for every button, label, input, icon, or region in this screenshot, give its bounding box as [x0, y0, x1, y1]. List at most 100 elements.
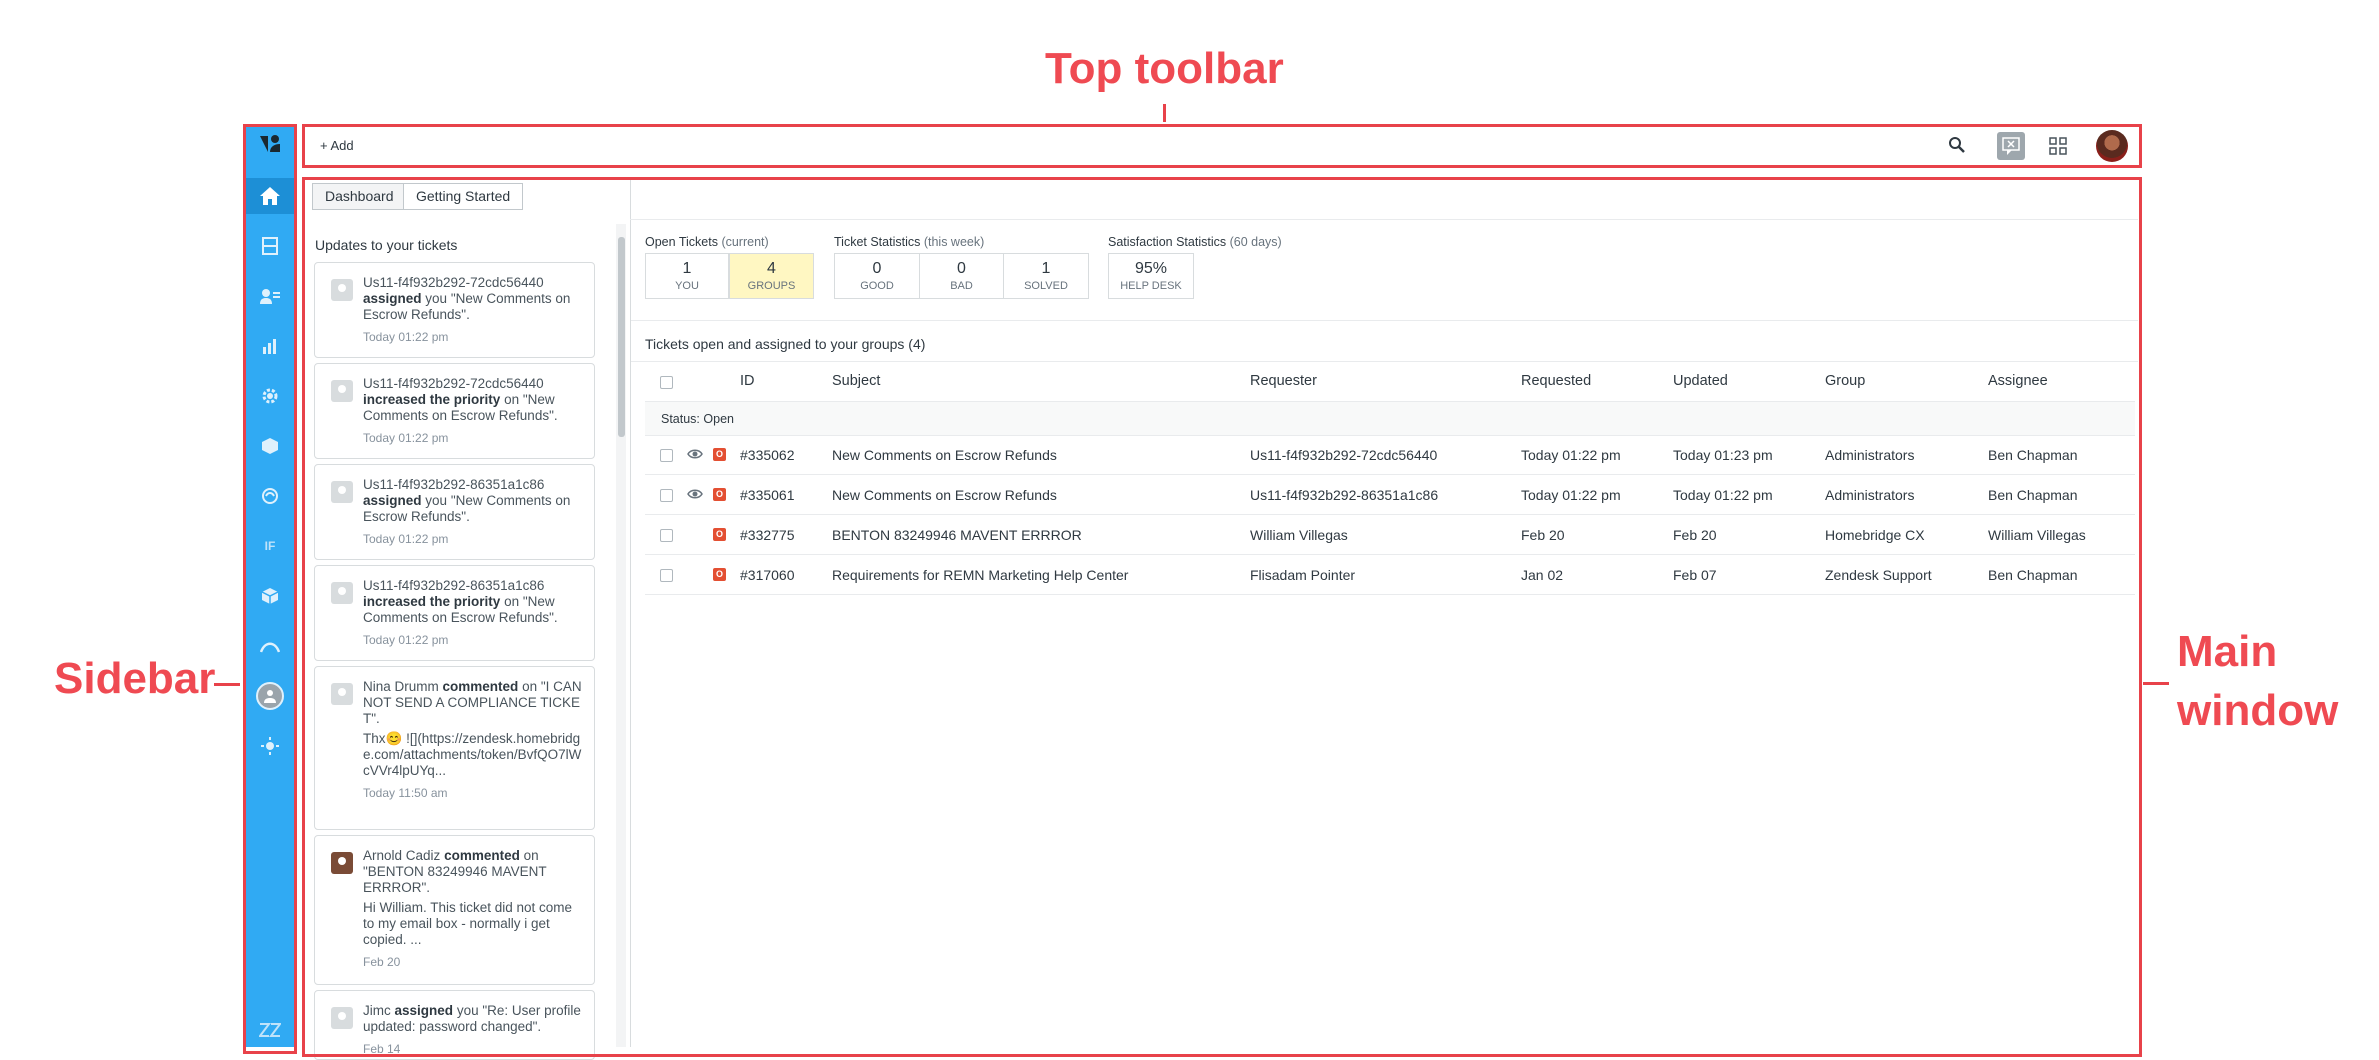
column-header-requester[interactable]: Requester — [1250, 373, 1317, 389]
update-card[interactable]: Nina Drumm commented on "I CANNOT SEND A… — [314, 666, 595, 830]
column-header-updated[interactable]: Updated — [1673, 373, 1728, 389]
ticket-id[interactable]: #317060 — [740, 567, 795, 583]
update-action: assigned — [363, 291, 422, 306]
user-placeholder-icon — [331, 380, 353, 402]
update-card[interactable]: Us11-f4f932b292-72cdc56440 assigned you … — [314, 262, 595, 358]
ticket-requester[interactable]: Us11-f4f932b292-86351a1c86 — [1250, 487, 1438, 503]
stat-open-groups[interactable]: 4 GROUPS — [729, 253, 814, 299]
sidebar-callout: Sidebar — [54, 654, 216, 703]
stat-ticket-solved[interactable]: 1 SOLVED — [1003, 253, 1089, 299]
ticket-requester[interactable]: William Villegas — [1250, 527, 1348, 543]
update-body: Hi William. This ticket did not come to … — [363, 900, 573, 947]
column-header-subject[interactable]: Subject — [832, 373, 880, 389]
row-checkbox[interactable] — [660, 489, 673, 502]
ticket-assignee: Ben Chapman — [1988, 447, 2078, 463]
app-user-icon[interactable] — [246, 680, 294, 712]
tickets-table-title: Tickets open and assigned to your groups… — [645, 336, 926, 352]
ticket-id[interactable]: #335061 — [740, 487, 795, 503]
user-avatar[interactable] — [2096, 130, 2128, 162]
stat-ticket-good[interactable]: 0 GOOD — [834, 253, 920, 299]
app-if-icon[interactable]: IF — [246, 530, 294, 562]
update-time: Today 01:22 pm — [363, 532, 449, 546]
open-tickets-title: Open Tickets (current) — [645, 235, 769, 249]
column-header-id[interactable]: ID — [740, 373, 755, 389]
update-time: Feb 14 — [363, 1042, 401, 1056]
user-placeholder-icon — [331, 683, 353, 705]
update-body: Thx😊 ![](https://zendesk.homebridge.com/… — [363, 731, 582, 778]
select-all-checkbox[interactable] — [660, 376, 673, 389]
update-card[interactable]: Jimc assigned you "Re: User profile upda… — [314, 990, 595, 1060]
ticket-group: Homebridge CX — [1825, 527, 1925, 543]
ticket-requester[interactable]: Us11-f4f932b292-72cdc56440 — [1250, 447, 1437, 463]
column-header-assignee[interactable]: Assignee — [1988, 373, 2048, 389]
views-icon[interactable] — [246, 230, 294, 262]
update-card[interactable]: Us11-f4f932b292-72cdc56440 increased the… — [314, 363, 595, 459]
product-tray-icon[interactable] — [2049, 137, 2067, 160]
row-checkbox[interactable] — [660, 569, 673, 582]
reporting-icon[interactable] — [246, 330, 294, 362]
search-icon[interactable] — [1948, 136, 1966, 159]
zendesk-footer-logo-icon[interactable] — [246, 1014, 294, 1046]
update-action: assigned — [394, 1003, 454, 1018]
app-package-icon[interactable] — [246, 580, 294, 612]
ticket-subject[interactable]: New Comments on Escrow Refunds — [832, 447, 1057, 463]
app-box-icon[interactable] — [246, 430, 294, 462]
update-card[interactable]: Us11-f4f932b292-86351a1c86 assigned you … — [314, 464, 595, 560]
status-group-row: Status: Open — [645, 401, 2135, 436]
app-bridge-icon[interactable] — [246, 630, 294, 662]
update-actor: Nina Drumm — [363, 679, 439, 694]
ticket-updated: Today 01:23 pm — [1673, 447, 1773, 463]
ticket-subject[interactable]: New Comments on Escrow Refunds — [832, 487, 1057, 503]
satisfaction-statistics-title: Satisfaction Statistics (60 days) — [1108, 235, 1282, 249]
user-avatar-photo — [331, 852, 353, 874]
ticket-subject[interactable]: BENTON 83249946 MAVENT ERRROR — [832, 527, 1082, 543]
ticket-id[interactable]: #332775 — [740, 527, 795, 543]
table-row[interactable]: O #335062 New Comments on Escrow Refunds… — [645, 435, 2135, 475]
column-header-group[interactable]: Group — [1825, 373, 1865, 389]
ticket-id[interactable]: #335062 — [740, 447, 795, 463]
conversations-icon[interactable] — [1997, 132, 2025, 160]
update-action: increased the priority — [363, 594, 501, 609]
table-row[interactable]: O #317060 Requirements for REMN Marketin… — [645, 555, 2135, 595]
customers-icon[interactable] — [246, 280, 294, 312]
ticket-updated: Today 01:22 pm — [1673, 487, 1773, 503]
stat-ticket-bad[interactable]: 0 BAD — [919, 253, 1004, 299]
row-checkbox[interactable] — [660, 449, 673, 462]
open-status-badge: O — [713, 528, 726, 541]
sidebar-callout-tick — [214, 683, 240, 686]
stat-open-you[interactable]: 1 YOU — [645, 253, 729, 299]
app-sun-icon[interactable] — [246, 730, 294, 762]
ticket-requested: Today 01:22 pm — [1521, 447, 1621, 463]
ticket-updated: Feb 20 — [1673, 527, 1717, 543]
updates-heading: Updates to your tickets — [315, 237, 458, 253]
ticket-requested: Jan 02 — [1521, 567, 1564, 583]
zendesk-logo-icon[interactable] — [246, 128, 294, 160]
table-row[interactable]: O #332775 BENTON 83249946 MAVENT ERRROR … — [645, 515, 2135, 555]
update-actor: Us11-f4f932b292-72cdc56440 — [363, 275, 544, 290]
table-row[interactable]: O #335061 New Comments on Escrow Refunds… — [645, 475, 2135, 515]
ticket-requester[interactable]: Flisadam Pointer — [1250, 567, 1355, 583]
user-placeholder-icon — [331, 279, 353, 301]
update-time: Today 01:22 pm — [363, 330, 449, 344]
tab-dashboard[interactable]: Dashboard — [312, 183, 407, 210]
home-icon[interactable] — [246, 178, 294, 214]
ticket-updated: Feb 07 — [1673, 567, 1717, 583]
ticket-subject[interactable]: Requirements for REMN Marketing Help Cen… — [832, 567, 1128, 583]
update-actor: Us11-f4f932b292-86351a1c86 — [363, 578, 545, 593]
main-window: Dashboard Getting Started Updates to you… — [304, 179, 2138, 1060]
add-button[interactable]: + Add — [320, 138, 354, 153]
column-header-requested[interactable]: Requested — [1521, 373, 1591, 389]
admin-gear-icon[interactable] — [246, 380, 294, 412]
stat-satisfaction-help-desk[interactable]: 95% HELP DESK — [1108, 253, 1194, 299]
update-action: increased the priority — [363, 392, 501, 407]
update-card[interactable]: Us11-f4f932b292-86351a1c86 increased the… — [314, 565, 595, 661]
tab-getting-started[interactable]: Getting Started — [403, 183, 524, 210]
app-globe-icon[interactable] — [246, 480, 294, 512]
update-card[interactable]: Arnold Cadiz commented on "BENTON 832499… — [314, 835, 595, 985]
row-checkbox[interactable] — [660, 529, 673, 542]
updates-scrollbar-thumb[interactable] — [618, 237, 625, 437]
ticket-requested: Feb 20 — [1521, 527, 1565, 543]
ticket-group: Zendesk Support — [1825, 567, 1932, 583]
update-actor: Us11-f4f932b292-72cdc56440 — [363, 376, 544, 391]
top-toolbar: + Add — [304, 126, 2140, 167]
